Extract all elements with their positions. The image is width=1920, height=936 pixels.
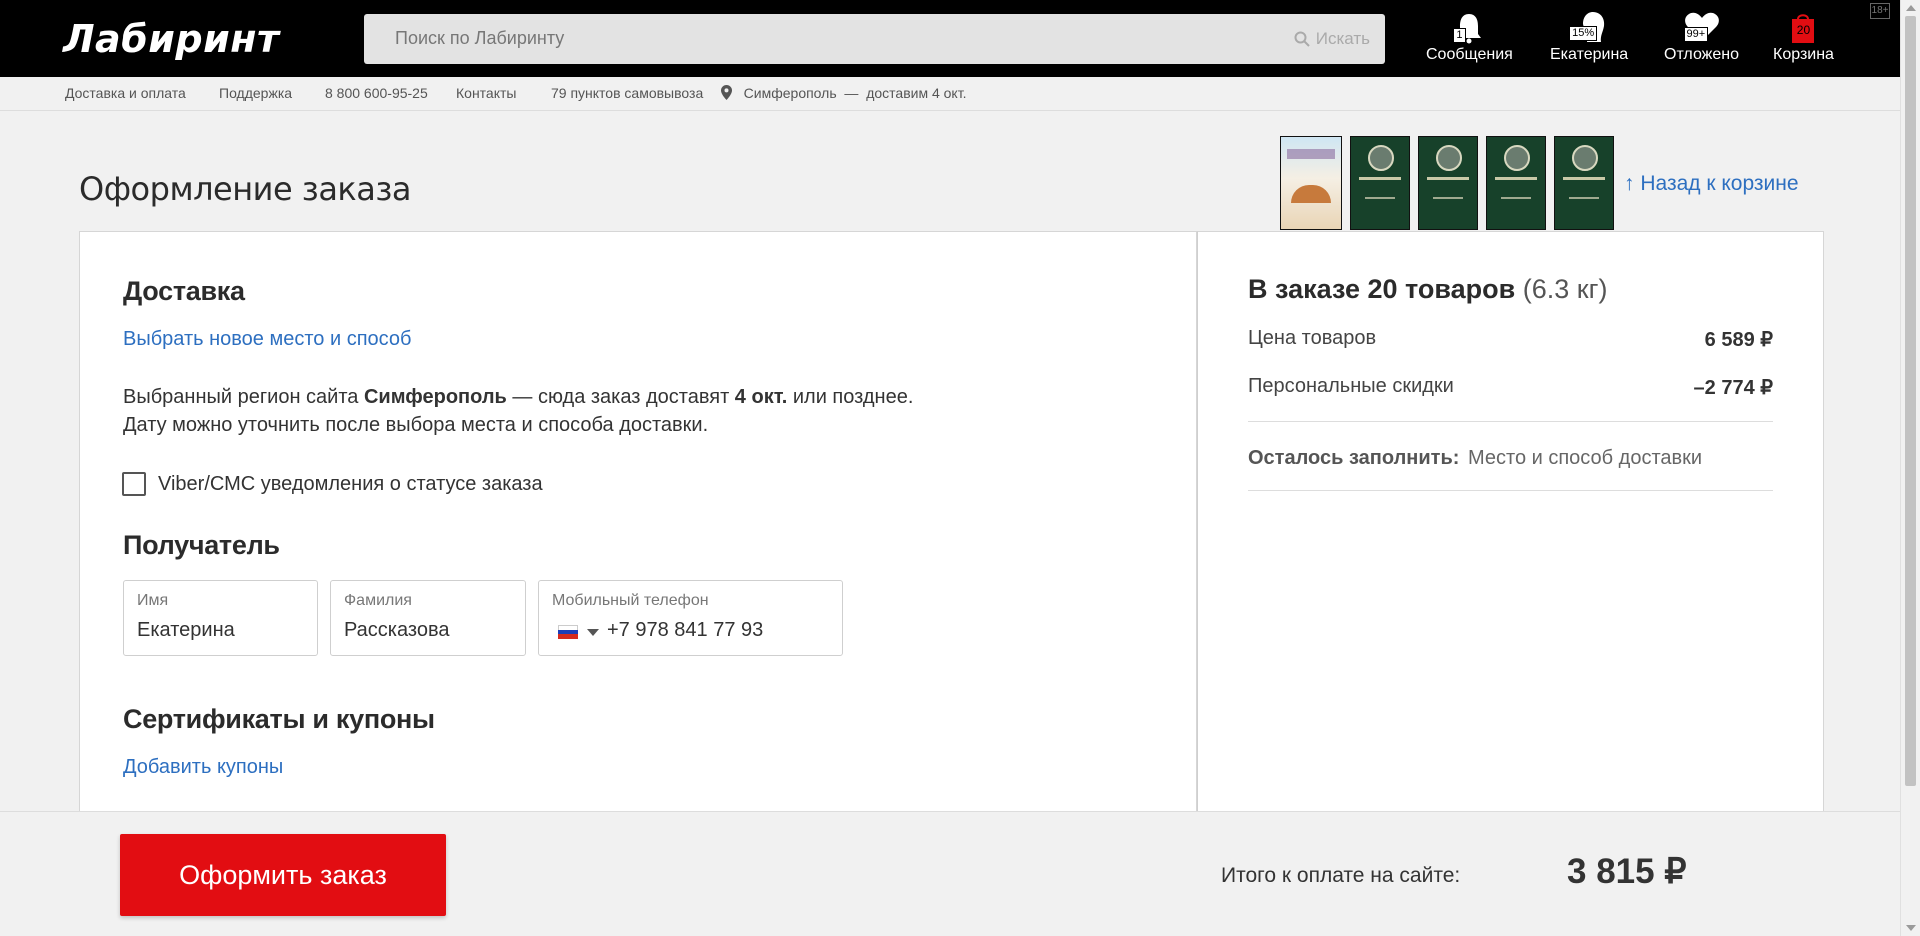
book-thumbnail[interactable] — [1350, 136, 1410, 230]
header-cart[interactable]: 20 Корзина — [1773, 10, 1834, 64]
summary-divider — [1248, 490, 1773, 491]
heart-icon: 99+ — [1680, 10, 1724, 44]
cart-badge: 20 — [1796, 23, 1811, 37]
remaining-label: Осталось заполнить: — [1248, 447, 1460, 469]
coupons-heading: Сертификаты и купоны — [123, 704, 435, 734]
remaining-value: Место и способ доставки — [1468, 447, 1703, 469]
delivery-text-part: — сюда заказ доставят — [512, 386, 730, 408]
order-summary-title: В заказе 20 товаров (6.3 кг) — [1248, 274, 1607, 305]
nav-eta: доставим 4 окт. — [866, 85, 967, 101]
delivery-city: Симферополь — [363, 386, 507, 408]
nav-contacts-link[interactable]: Контакты — [456, 85, 516, 101]
phone-field[interactable]: Мобильный телефон +7 978 841 77 93 — [538, 580, 843, 656]
phone-value[interactable]: +7 978 841 77 93 — [607, 619, 763, 642]
page-scrollbar[interactable] — [1900, 0, 1920, 936]
add-coupons-link[interactable]: Добавить купоны — [123, 756, 283, 779]
last-name-value[interactable]: Рассказова — [344, 619, 449, 642]
total-value: 3 815 ₽ — [1567, 852, 1687, 891]
choose-delivery-link[interactable]: Выбрать новое место и способ — [123, 328, 411, 351]
book-thumbnail[interactable] — [1418, 136, 1478, 230]
location-pin-icon — [721, 85, 732, 100]
scroll-down-arrow-icon[interactable] — [1906, 925, 1916, 931]
country-dropdown-icon[interactable] — [587, 629, 599, 636]
last-name-field[interactable]: Фамилия Рассказова — [330, 580, 526, 656]
book-thumbnail[interactable] — [1554, 136, 1614, 230]
delivery-text-part: Выбранный регион сайта — [123, 386, 359, 408]
wishlist-badge: 99+ — [1683, 27, 1709, 42]
messages-badge: 1 — [1453, 28, 1466, 43]
header-profile-label: Екатерина — [1550, 46, 1629, 63]
first-name-value[interactable]: Екатерина — [137, 619, 235, 642]
back-to-cart-link[interactable]: ↑ Назад к корзине — [1624, 172, 1799, 196]
delivery-heading: Доставка — [123, 276, 245, 306]
header-wishlist[interactable]: 99+ Отложено — [1664, 10, 1739, 64]
phone-label: Мобильный телефон — [552, 592, 709, 609]
discount-badge: 15% — [1569, 26, 1598, 41]
checkout-form-panel: Доставка Выбрать новое место и способ Вы… — [79, 231, 1197, 811]
checkout-footer: Оформить заказ Итого к оплате на сайте: … — [0, 811, 1900, 936]
nav-city-selector[interactable]: Симферополь — доставим 4 окт. — [721, 85, 966, 101]
nav-dash: — — [844, 85, 859, 101]
delivery-region-text: Выбранный регион сайта Симферополь — сюд… — [123, 383, 913, 411]
search-placeholder: Поиск по Лабиринту — [395, 28, 565, 48]
nav-city: Симферополь — [743, 85, 837, 101]
sub-navigation: Доставка и оплата Поддержка 8 800 600-95… — [0, 77, 1900, 111]
discount-value: –2 774 ₽ — [1693, 377, 1773, 399]
profile-icon: 15% — [1567, 10, 1611, 44]
nav-delivery-link[interactable]: Доставка и оплата — [65, 85, 186, 101]
russia-flag-icon[interactable] — [558, 625, 578, 639]
order-weight: (6.3 кг) — [1522, 274, 1608, 304]
header-profile[interactable]: 15% Екатерина — [1550, 10, 1628, 64]
header-wishlist-label: Отложено — [1664, 46, 1739, 63]
order-item-thumbnails — [1280, 136, 1614, 230]
order-summary-panel: В заказе 20 товаров (6.3 кг) Цена товаро… — [1197, 231, 1824, 811]
scroll-thumb[interactable] — [1905, 16, 1916, 786]
price-label: Цена товаров — [1248, 327, 1377, 349]
place-order-button[interactable]: Оформить заказ — [120, 834, 446, 916]
nav-pickup-link[interactable]: 79 пунктов самовывоза — [551, 85, 703, 101]
recipient-heading: Получатель — [123, 530, 280, 560]
search-icon — [1294, 31, 1310, 47]
nav-phone[interactable]: 8 800 600-95-25 — [325, 85, 428, 101]
header-cart-label: Корзина — [1773, 46, 1834, 63]
page-title: Оформление заказа — [79, 170, 411, 208]
order-count: В заказе 20 товаров — [1248, 274, 1516, 304]
delivery-text-part: или позднее. — [792, 386, 914, 408]
site-logo[interactable]: Лабиринт — [63, 17, 279, 61]
total-label: Итого к оплате на сайте: — [1221, 864, 1461, 887]
cart-bag-icon: 20 — [1781, 10, 1825, 44]
nav-support-link[interactable]: Поддержка — [219, 85, 292, 101]
first-name-field[interactable]: Имя Екатерина — [123, 580, 318, 656]
search-button[interactable]: Искать — [1294, 29, 1370, 49]
search-input[interactable]: Поиск по Лабиринту Искать — [364, 14, 1385, 64]
notify-label[interactable]: Viber/СМС уведомления о статусе заказа — [158, 470, 543, 498]
notify-checkbox[interactable] — [122, 472, 146, 496]
summary-divider — [1248, 421, 1773, 422]
age-rating: 18+ — [1870, 3, 1890, 19]
last-name-label: Фамилия — [344, 592, 412, 609]
book-thumbnail[interactable] — [1486, 136, 1546, 230]
discount-label: Персональные скидки — [1248, 375, 1454, 397]
bell-icon: 1 — [1447, 10, 1491, 44]
delivery-note: Дату можно уточнить после выбора места и… — [123, 414, 709, 436]
first-name-label: Имя — [137, 592, 169, 609]
book-thumbnail[interactable] — [1280, 136, 1342, 230]
search-button-label: Искать — [1315, 29, 1370, 48]
header-messages[interactable]: 1 Сообщения — [1426, 10, 1513, 64]
header-messages-label: Сообщения — [1426, 46, 1513, 63]
price-value: 6 589 ₽ — [1704, 329, 1773, 351]
top-header: Лабиринт Поиск по Лабиринту Искать 1 Соо… — [0, 0, 1900, 77]
scroll-up-arrow-icon[interactable] — [1906, 5, 1916, 11]
delivery-date: 4 окт. — [734, 386, 788, 408]
